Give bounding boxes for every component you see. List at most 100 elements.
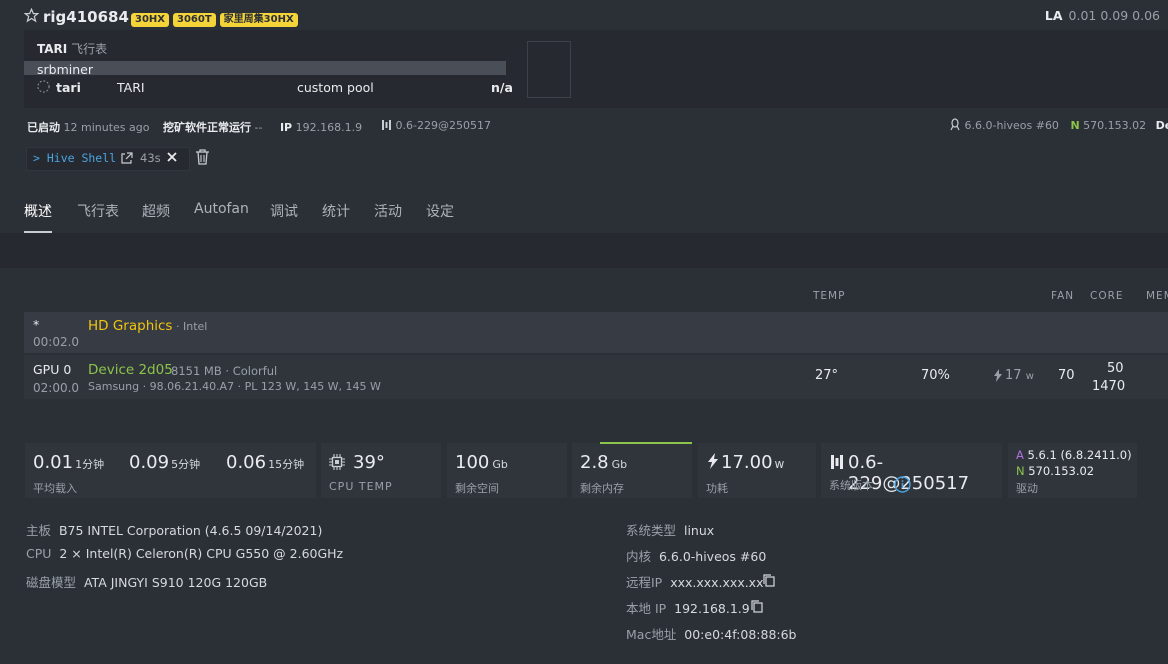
favorite-star-icon[interactable] [24, 8, 39, 23]
power-label: 功耗 [706, 482, 728, 495]
info-value: B75 INTEL Corporation (4.6.5 09/14/2021) [58, 523, 323, 538]
ram-free: 2.8 Gb [580, 452, 627, 473]
fs-coin: TARI [37, 42, 68, 56]
tab-activity[interactable]: 活动 [374, 201, 402, 221]
info-value: ATA JINGYI S910 120G 120GB [83, 575, 268, 590]
sysver-label: 系统版本 [829, 479, 873, 492]
la-label: 平均载入 [33, 482, 77, 495]
la-5min-value: 0.09 [129, 452, 170, 473]
amd-driver: A 5.6.1 (6.8.2411.0) [1016, 448, 1132, 462]
device-label: Devic [1155, 119, 1168, 132]
info-remote-ip: 远程IP xxx.xxx.xxx.xx [626, 572, 763, 591]
gpu-fan-pl: 70 [1058, 368, 1075, 383]
hive-shell-link[interactable]: > Hive Shell [33, 151, 116, 165]
nvidia-letter: N [1070, 119, 1080, 132]
info-motherboard: 主板 B75 INTEL Corporation (4.6.5 09/14/20… [26, 520, 322, 539]
la-1min-value: 0.01 [33, 452, 74, 473]
disk-unit: Gb [492, 458, 508, 471]
gpu-power: 17 w [1005, 368, 1034, 383]
info-key: 系统类型 [626, 523, 677, 538]
info-key: CPU [26, 546, 52, 561]
nv-letter: N [1016, 464, 1025, 478]
gpu-temp: 27° [815, 368, 839, 383]
info-icon[interactable] [894, 476, 911, 493]
info-value: xxx.xxx.xxx.xx [670, 575, 764, 590]
col-fan: FAN [1051, 290, 1075, 302]
tab-stats[interactable]: 统计 [322, 201, 350, 221]
miner-coin: tari [56, 80, 81, 95]
miner-header-bar [24, 61, 506, 75]
disk-label: 剩余空间 [455, 482, 499, 495]
power-bolt-icon [994, 369, 1002, 382]
badge[interactable]: 家里周集30HX [219, 13, 298, 27]
tab-autofan[interactable]: Autofan [194, 201, 249, 217]
mining-value: -- [254, 121, 263, 134]
info-key: 内核 [626, 549, 652, 564]
version-status: 0.6-229@250517 [381, 119, 491, 132]
cpu-temp-value: 39° [353, 452, 385, 473]
la-values: 0.01 0.09 0.06 [1068, 8, 1160, 23]
disk-value: 100 [455, 452, 490, 473]
info-local-ip: 本地 IP 192.168.1.9 [626, 598, 750, 617]
tab-overclocking[interactable]: 超频 [142, 201, 170, 221]
la-1min-unit: 1分钟 [75, 458, 105, 471]
la-15min-value: 0.06 [226, 452, 267, 473]
gpu-name: HD Graphics [88, 318, 173, 334]
trash-icon[interactable] [195, 149, 210, 165]
ram-card: 2.8 Gb 剩余内存 [572, 442, 692, 498]
external-link-icon[interactable] [120, 152, 133, 165]
load-average-card: 0.01 1分钟 0.09 5分钟 0.06 15分钟 平均载入 [25, 443, 316, 498]
copy-icon[interactable] [763, 574, 775, 587]
tab-flightsheets[interactable]: 飞行表 [77, 201, 119, 221]
ip-label: IP [279, 121, 293, 134]
mining-label: 挖矿软件正常运行 [162, 121, 251, 134]
miner-pool: custom pool [297, 80, 374, 95]
tab-overview[interactable]: 概述 [24, 201, 52, 221]
amd-driver-value: 5.6.1 (6.8.2411.0) [1027, 448, 1132, 462]
kernel-value: 6.6.0-hiveos #60 [964, 119, 1059, 132]
linux-icon [949, 118, 961, 131]
gpu-name: Device 2d05 [88, 362, 173, 378]
power-total: 17.00 w [721, 452, 784, 473]
miner-algo: TARI [117, 80, 145, 95]
badge[interactable]: 3060T [173, 13, 216, 27]
system-version-card: 0.6-229@250517 系统版本 [821, 443, 1002, 498]
info-key: Mac地址 [626, 627, 677, 642]
hive-version-icon [830, 454, 844, 470]
copy-icon[interactable] [751, 600, 763, 613]
close-icon[interactable] [167, 152, 177, 162]
nv-driver-value: 570.153.02 [1028, 464, 1095, 478]
power-value: 17.00 [721, 452, 773, 473]
load-average-header: LA 0.01 0.09 0.06 [1045, 8, 1160, 23]
info-cpu: CPU 2 × Intel(R) Celeron(R) CPU G550 @ 2… [26, 546, 343, 561]
fs-label: 飞行表 [71, 42, 108, 56]
la-5min-unit: 5分钟 [171, 458, 201, 471]
started-label: 已启动 [27, 121, 60, 134]
ram-value: 2.8 [580, 452, 609, 473]
gpu-index: * [33, 317, 40, 332]
flightsheet-title[interactable]: TARI 飞行表 [37, 40, 107, 57]
info-value: linux [683, 523, 715, 538]
gpu-memory: 8151 MB · Colorful [171, 364, 278, 378]
info-mac: Mac地址 00:e0:4f:08:88:6b [626, 624, 797, 643]
col-core: CORE [1090, 290, 1124, 302]
tab-debug[interactable]: 调试 [270, 201, 298, 221]
rig-name: rig410684 [43, 8, 129, 26]
info-os-type: 系统类型 linux [626, 520, 714, 539]
gpu-bus: 02:00.0 [33, 381, 80, 395]
info-key: 远程IP [626, 575, 663, 590]
gpu-fan: 70% [921, 368, 950, 383]
disk-card: 100 Gb 剩余空间 [447, 443, 567, 498]
kernel-status: 6.6.0-hiveos #60 N 570.153.02 Devic [949, 118, 1168, 132]
gpu-power-value: 17 [1005, 368, 1022, 383]
gpu-vendor: · Intel [176, 320, 208, 333]
cpu-chip-icon [329, 454, 345, 470]
driver-card: A 5.6.1 (6.8.2411.0) N 570.153.02 驱动 [1008, 443, 1137, 498]
badge[interactable]: 30HX [131, 13, 169, 27]
miner-graph-box [527, 41, 571, 98]
ip-value: 192.168.1.9 [295, 121, 363, 134]
nvidia-driver: 570.153.02 [1083, 119, 1147, 132]
tab-settings[interactable]: 设定 [426, 201, 454, 221]
rig-badges: 30HX 3060T 家里周集30HX [131, 11, 302, 27]
miner-name[interactable]: srbminer [37, 62, 93, 77]
